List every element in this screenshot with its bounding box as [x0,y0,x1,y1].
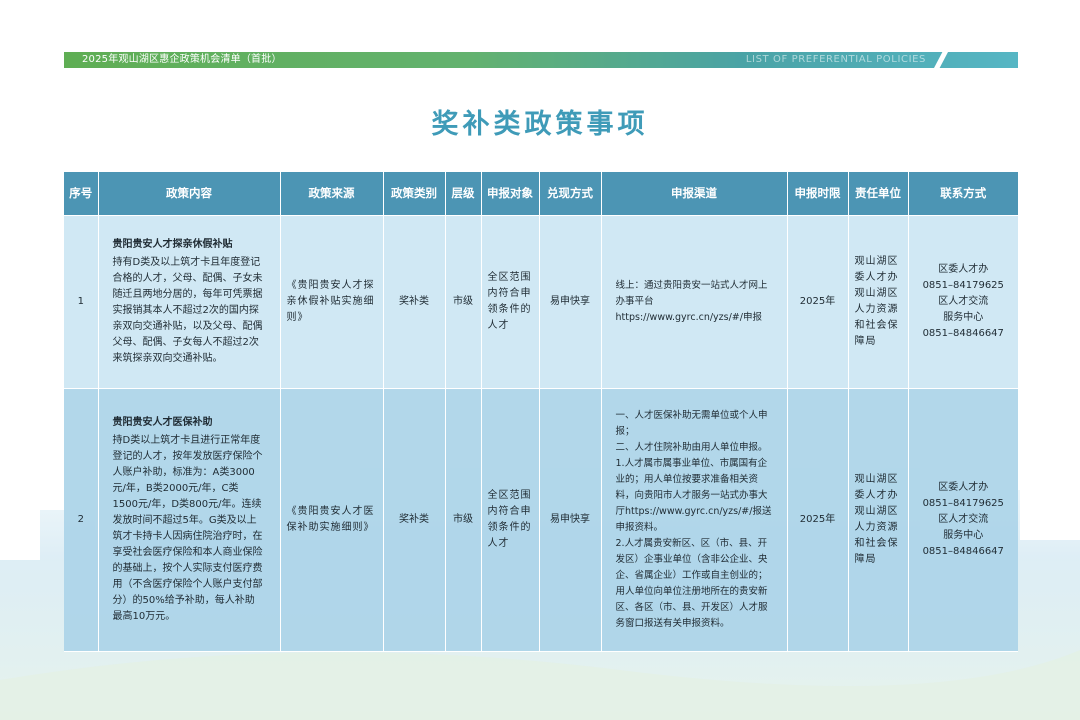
channel-link[interactable]: https://www.gyrc.cn/yzs/#/申报 [616,310,775,326]
policy-title: 贵阳贵安人才医保补助 [112,416,213,428]
policy-category: 奖补类 [383,388,446,652]
policy-level: 市级 [445,215,482,389]
channel-line: 一、人才医保补助无需单位或个人申报； [615,409,768,437]
policy-content-cell: 贵阳贵安人才医保补助 持D类以上筑才卡且进行正常年度登记的人才，按年发放医疗保险… [98,388,281,652]
channel-line: 线上：通过贵阳贵安一站式人才网上办事平台 [615,279,768,307]
policy-level: 市级 [445,388,482,652]
page-title: 奖补类政策事项 [431,109,649,140]
policy-body: 持D类以上筑才卡且进行正常年度登记的人才，按年发放医疗保险个人账户补助，标准为：… [112,434,263,622]
header-band: 2025年观山湖区惠企政策机会清单（首批） LIST OF PREFERENTI… [64,52,1018,68]
contact-line: 区委人才办 [938,481,989,493]
row-no: 1 [64,215,99,389]
header-band-left: 2025年观山湖区惠企政策机会清单（首批） [64,52,742,68]
col-header-channel: 申报渠道 [601,172,788,216]
contact-line: 区委人才办 [938,263,989,275]
apply-target: 全区范围内符合申领条件的人才 [481,388,540,652]
apply-channel-cell: 一、人才医保补助无需单位或个人申报； 二、人才住院补助由用人单位申报。 1.人才… [601,388,788,652]
responsible-unit: 观山湖区委人才办观山湖区人力资源和社会保障局 [848,215,909,389]
header-band-right: LIST OF PREFERENTIAL POLICIES [742,52,1018,68]
policy-table: 序号 政策内容 政策来源 政策类别 层级 申报对象 兑现方式 申报渠道 申报时限… [64,172,1018,652]
header-title: 2025年观山湖区惠企政策机会清单（首批） [82,54,282,65]
col-header-source: 政策来源 [280,172,384,216]
policy-body: 持有D类及以上筑才卡且年度登记合格的人才，父母、配偶、子女未随迁且两地分居的，每… [112,256,263,364]
contact-phone: 0851–84846647 [922,545,1004,557]
col-header-method: 兑现方式 [539,172,602,216]
contact-line: 区人才交流 [938,513,989,525]
contact-phone: 0851–84179625 [922,279,1004,291]
apply-channel-cell: 线上：通过贵阳贵安一站式人才网上办事平台 https://www.gyrc.cn… [601,215,788,389]
col-header-deadline: 申报时限 [787,172,849,216]
fulfill-method: 易申快享 [539,388,602,652]
header-subtitle-en: LIST OF PREFERENTIAL POLICIES [745,54,926,65]
table-header-row: 序号 政策内容 政策来源 政策类别 层级 申报对象 兑现方式 申报渠道 申报时限… [64,172,1018,216]
policy-source: 《贵阳贵安人才探亲休假补贴实施细则》 [280,215,384,389]
col-header-category: 政策类别 [383,172,446,216]
contact-line: 区人才交流 [938,295,989,307]
channel-line: 1.人才属市属事业单位、市属国有企业的；用人单位按要求准备相关资料，向贵阳市人才… [615,457,772,533]
channel-line: 2.人才属贵安新区、区（市、县、开发区）企事业单位（含非公企业、央企、省属企业）… [615,537,768,629]
row-no: 2 [64,388,99,652]
policy-title: 贵阳贵安人才探亲休假补贴 [112,238,233,250]
apply-target: 全区范围内符合申领条件的人才 [481,215,540,389]
contact-cell: 区委人才办 0851–84179625 区人才交流 服务中心 0851–8484… [908,215,1018,389]
apply-deadline: 2025年 [787,215,849,389]
col-header-content: 政策内容 [98,172,281,216]
col-header-level: 层级 [445,172,482,216]
channel-line: 二、人才住院补助由用人单位申报。 [615,441,768,453]
contact-line: 服务中心 [943,311,984,323]
contact-cell: 区委人才办 0851–84179625 区人才交流 服务中心 0851–8484… [908,388,1018,652]
col-header-unit: 责任单位 [848,172,909,216]
col-header-target: 申报对象 [481,172,540,216]
header-slash-decoration [934,52,948,68]
policy-category: 奖补类 [383,215,446,389]
policy-source: 《贵阳贵安人才医保补助实施细则》 [280,388,384,652]
policy-content-cell: 贵阳贵安人才探亲休假补贴 持有D类及以上筑才卡且年度登记合格的人才，父母、配偶、… [98,215,281,389]
table-row: 1 贵阳贵安人才探亲休假补贴 持有D类及以上筑才卡且年度登记合格的人才，父母、配… [64,215,1018,389]
apply-deadline: 2025年 [787,388,849,652]
col-header-contact: 联系方式 [908,172,1018,216]
responsible-unit: 观山湖区委人才办观山湖区人力资源和社会保障局 [848,388,909,652]
fulfill-method: 易申快享 [539,215,602,389]
contact-line: 服务中心 [943,529,984,541]
table-row: 2 贵阳贵安人才医保补助 持D类以上筑才卡且进行正常年度登记的人才，按年发放医疗… [64,388,1018,652]
col-header-no: 序号 [64,172,99,216]
contact-phone: 0851–84846647 [922,327,1004,339]
contact-phone: 0851–84179625 [922,497,1004,509]
